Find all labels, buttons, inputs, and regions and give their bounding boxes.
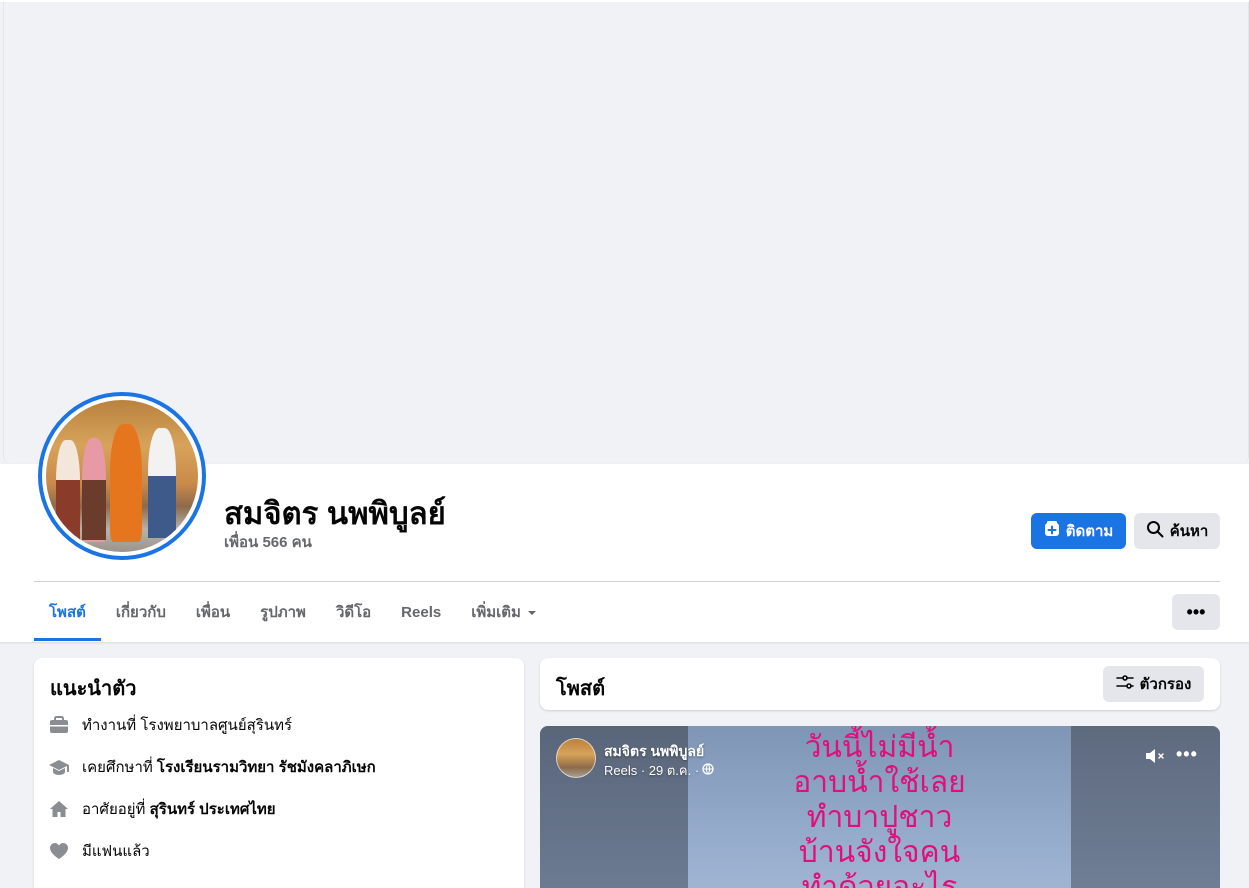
mute-icon[interactable] [1144,746,1168,766]
posts-title: โพสต์ [556,678,606,700]
intro-education-prefix: เคยศึกษาที่ [82,759,157,776]
reel-caption-line: อาบน้ำใช้เลย [793,765,966,800]
intro-item-home: อาศัยอยู่ที่ สุรินทร์ ประเทศไทย [48,797,276,821]
intro-work-text[interactable]: ทำงานที่ โรงพยาบาลศูนย์สุรินทร์ [82,713,292,737]
tab-reels[interactable]: Reels [386,583,456,641]
home-icon [48,798,70,820]
intro-item-work: ทำงานที่ โรงพยาบาลศูนย์สุรินทร์ [48,713,292,737]
reel-caption-line: บ้านจังใจคน [798,835,961,870]
heart-icon [48,840,70,862]
friends-count[interactable]: เพื่อน 566 คน [224,530,312,554]
search-button[interactable]: ค้นหา [1134,513,1220,549]
tab-label: Reels [401,603,442,621]
sliders-icon [1115,674,1134,694]
follow-icon [1044,521,1060,541]
intro-education-school[interactable]: โรงเรียนรามวิทยา รัชมังคลาภิเษก [157,759,376,776]
intro-home-text: อาศัยอยู่ที่ สุรินทร์ ประเทศไทย [82,797,276,821]
intro-home-location[interactable]: สุรินทร์ ประเทศไทย [150,801,276,818]
reel-meta: Reels · 29 ต.ค. · [604,760,714,781]
profile-avatar[interactable] [38,392,206,560]
posts-header-card: โพสต์ ตัวกรอง [540,658,1220,710]
tab-label: เกี่ยวกับ [115,604,166,621]
globe-icon [702,763,714,778]
tab-posts[interactable]: โพสต์ [34,583,101,641]
header-divider [34,581,1220,582]
tab-friends[interactable]: เพื่อน [181,583,245,641]
follow-button[interactable]: ติดตาม [1031,513,1126,549]
tab-photos[interactable]: รูปภาพ [245,583,321,641]
cover-photo[interactable] [3,2,1249,464]
reel-caption-line: ทำด้วยอะไร [801,870,958,888]
search-icon [1146,520,1164,542]
reel-more-icon[interactable]: ••• [1176,744,1198,765]
intro-home-prefix: อาศัยอยู่ที่ [82,801,150,818]
reel-caption-line: ทำบาปูชาว [806,800,953,835]
reel-author-avatar[interactable] [556,738,596,778]
tab-more[interactable]: เพิ่มเติม [456,583,552,641]
filter-label: ตัวกรอง [1139,676,1192,693]
intro-education-text: เคยศึกษาที่ โรงเรียนรามวิทยา รัชมังคลาภิ… [82,755,376,779]
follow-label: ติดตาม [1065,523,1114,540]
tab-label: เพื่อน [195,604,231,621]
avatar-photo [46,400,198,552]
reel-meta-text[interactable]: Reels · 29 ต.ค. · [604,760,699,781]
tab-label: เพิ่มเติม [471,604,521,621]
more-options-button[interactable]: ••• [1172,594,1220,630]
intro-item-education: เคยศึกษาที่ โรงเรียนรามวิทยา รัชมังคลาภิ… [48,755,376,779]
intro-card: แนะนำตัว ทำงานที่ โรงพยาบาลศูนย์สุรินทร์… [34,658,524,888]
tab-label: วิดีโอ [335,604,372,621]
profile-tabs: โพสต์ เกี่ยวกับ เพื่อน รูปภาพ วิดีโอ Ree… [34,583,552,641]
filter-button[interactable]: ตัวกรอง [1103,666,1204,702]
reel-caption-line: วันนี้ไม่มีน้ำ [804,730,955,765]
intro-relationship-text: มีแฟนแล้ว [82,843,150,860]
intro-title: แนะนำตัว [50,678,137,700]
intro-item-relationship: มีแฟนแล้ว [48,839,150,863]
search-label: ค้นหา [1169,523,1209,540]
reel-post[interactable]: วันนี้ไม่มีน้ำ อาบน้ำใช้เลย ทำบาปูชาว บ้… [540,726,1220,888]
tab-about[interactable]: เกี่ยวกับ [101,583,181,641]
tab-label: โพสต์ [49,604,86,621]
caret-down-icon [527,604,537,621]
graduation-cap-icon [48,756,70,778]
briefcase-icon [48,714,70,736]
tab-label: รูปภาพ [260,604,306,621]
tab-videos[interactable]: วิดีโอ [321,583,386,641]
reel-caption: วันนี้ไม่มีน้ำ อาบน้ำใช้เลย ทำบาปูชาว บ้… [688,730,1071,888]
